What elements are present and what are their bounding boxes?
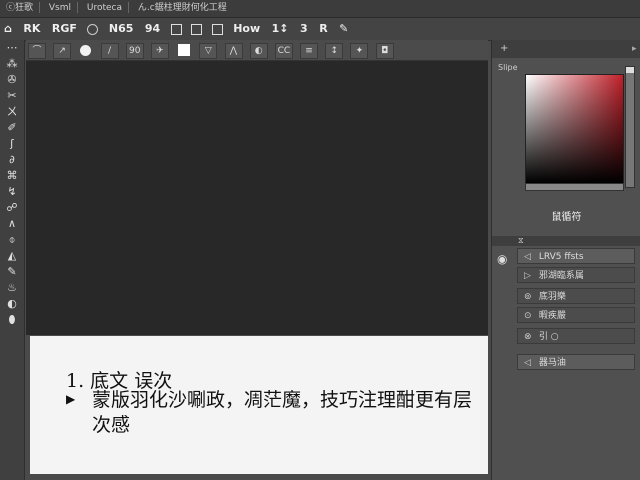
color-panel-header: + ▸ (492, 40, 640, 58)
left-arrow-icon: ◁ (524, 252, 531, 262)
play-icon: ▷ (524, 271, 531, 281)
move-tool-icon[interactable]: ⁂ (0, 56, 24, 72)
options-bar: ⌂ RK RGF N65 94 How 1↕ 3 R ✎ (0, 18, 640, 41)
property-item-5[interactable]: ⊗ 引 ○ (517, 328, 635, 344)
option-rk[interactable]: RK (19, 18, 44, 40)
menu-divider (39, 2, 41, 13)
type-tool-icon[interactable]: ⌽ (0, 232, 24, 248)
menu-divider (77, 2, 79, 13)
left-arrow-icon: ◁ (524, 358, 531, 368)
stamp-tool-icon[interactable]: ʃ (0, 136, 24, 152)
caret-icon[interactable]: ⋀ (224, 43, 243, 59)
square-icon[interactable] (211, 23, 223, 35)
arrow-icon[interactable]: ↗ (53, 43, 72, 59)
property-label: 器马油 (538, 358, 566, 368)
slice-tool-icon[interactable]: ㄨ (0, 104, 24, 120)
note-tool-icon[interactable]: ✎ (0, 264, 24, 280)
opacity-slider[interactable] (525, 183, 624, 191)
caption-body: 蒙版羽化沙唰政，凋茫魔，技巧注理酣更有层次感 (92, 389, 473, 436)
eye-icon[interactable]: ◉ (497, 252, 507, 266)
add-icon[interactable]: + (500, 43, 508, 54)
star-icon[interactable]: ✦ (350, 43, 369, 59)
circle-icon[interactable] (87, 23, 99, 35)
tool-options-bar: ⌒ ↗ / 90 ✈ ▽ ⋀ ◐ CC ≡ ↕ ✦ ◘ (26, 40, 488, 61)
option-n65[interactable]: N65 (105, 18, 138, 40)
eye-icon[interactable]: ◐ (249, 43, 268, 59)
menu-divider (128, 2, 130, 13)
menu-item-1[interactable]: ⓒ狂歌 (0, 0, 39, 17)
panel-tab-icon[interactable]: ⧖ (518, 236, 524, 245)
brush-icon[interactable]: ✎ (335, 18, 352, 40)
white-swatch[interactable] (178, 44, 191, 56)
zoom-tool-icon[interactable]: ◐ (0, 296, 24, 312)
square-icon[interactable] (191, 23, 203, 35)
option-94[interactable]: 94 (141, 18, 164, 40)
properties-panel-header: ⧖ (492, 236, 640, 246)
brush-preset-icon[interactable]: ⌒ (28, 43, 46, 59)
history-tool-icon[interactable]: ∂ (0, 152, 24, 168)
tools-panel: ⋯ ⁂ ✇ ✂ ㄨ ✐ ʃ ∂ ⌘ ↯ ☍ ∧ ⌽ ◭ ✎ ♨ ◐ ⬮ (0, 40, 25, 480)
eraser-tool-icon[interactable]: ⌘ (0, 168, 24, 184)
color-panel-label: 鼠循符 (551, 212, 582, 223)
property-label: 引 ○ (538, 332, 559, 342)
flip-icon[interactable]: ↕ (325, 43, 344, 59)
square-icon[interactable] (170, 23, 182, 35)
hand-tool-icon[interactable]: ♨ (0, 280, 24, 296)
property-label: 底羽樂 (538, 292, 566, 302)
brush-tip-icon[interactable] (80, 44, 92, 56)
option-rgf[interactable]: RGF (48, 18, 81, 40)
hue-slider[interactable] (625, 66, 635, 188)
plane-icon[interactable]: ✈ (150, 43, 169, 59)
menu-item-4[interactable]: ん.c鋸柱理財何化工程 (132, 0, 233, 17)
gradient-tool-icon[interactable]: ↯ (0, 184, 24, 200)
close-circle-icon: ⊗ (524, 332, 532, 342)
brush-tool-icon[interactable]: ✐ (0, 120, 24, 136)
home-icon[interactable]: ⌂ (0, 18, 16, 40)
expand-icon[interactable]: ▸ (632, 40, 637, 58)
property-item-6[interactable]: ◁ 器马油 (517, 354, 635, 370)
caption-panel: 1. 底文 误次 ▶ 蒙版羽化沙唰政，凋茫魔，技巧注理酣更有层次感 (30, 336, 488, 474)
crop-tool-icon[interactable]: ✂ (0, 88, 24, 104)
option-r[interactable]: R (315, 18, 331, 40)
size-value[interactable]: 90 (125, 43, 144, 59)
cc-button[interactable]: CC (274, 43, 293, 59)
dodge-tool-icon[interactable]: ☍ (0, 200, 24, 216)
option-1[interactable]: 1↕ (268, 18, 293, 40)
pen-tool-icon[interactable]: ∧ (0, 216, 24, 232)
slider-label: Slipe (498, 63, 518, 72)
property-label: 邪湖臨系属 (538, 271, 584, 281)
property-label: 暇疾嚴 (538, 311, 566, 321)
property-item-4[interactable]: ⊙ 暇疾嚴 (517, 307, 635, 323)
color-picker-field[interactable] (525, 74, 624, 184)
option-3[interactable]: 3 (296, 18, 312, 40)
menu-item-2[interactable]: Vsml (43, 0, 77, 17)
property-item-1[interactable]: ◁ LRV5 ffsts (517, 248, 635, 264)
document-canvas[interactable] (26, 61, 488, 335)
target-icon: ⊚ (524, 292, 532, 302)
lasso-tool-icon[interactable]: ✇ (0, 72, 24, 88)
slash-icon[interactable]: / (100, 43, 119, 59)
circle-icon: ⊙ (524, 311, 532, 321)
bullet-icon: ▶ (66, 392, 76, 406)
triangle-icon[interactable]: ▽ (199, 43, 218, 59)
property-label: LRV5 ffsts (538, 252, 584, 262)
color-tool-icon[interactable]: ⬮ (0, 312, 24, 328)
shape-tool-icon[interactable]: ◭ (0, 248, 24, 264)
property-item-3[interactable]: ⊚ 底羽樂 (517, 288, 635, 304)
right-dock: + ▸ Slipe 鼠循符 ⧖ ◉ ◁ LRV5 ffsts ▷ 邪湖臨系属 ⊚… (491, 40, 640, 480)
grip-icon: ⋯ (6, 41, 18, 54)
option-how[interactable]: How (229, 18, 264, 40)
menu-bar: ⓒ狂歌 Vsml Uroteca ん.c鋸柱理財何化工程 (0, 0, 640, 18)
gallery-icon[interactable]: ◘ (375, 43, 394, 59)
menu-item-3[interactable]: Uroteca (81, 0, 128, 17)
align-icon[interactable]: ≡ (300, 43, 319, 59)
property-item-2[interactable]: ▷ 邪湖臨系属 (517, 267, 635, 283)
